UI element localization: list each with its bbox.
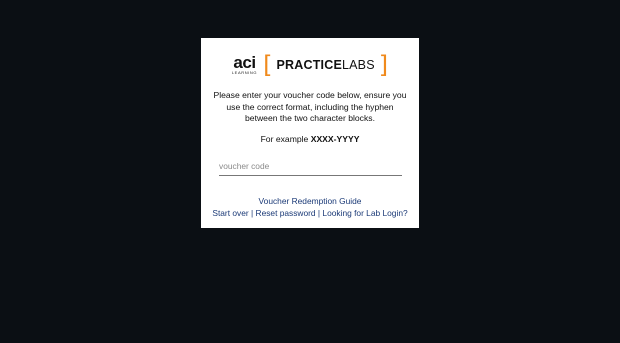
guide-row: Voucher Redemption Guide: [201, 196, 419, 206]
link-separator: |: [317, 208, 321, 218]
labs-text: LABS: [341, 58, 375, 72]
bracket-close: ]: [378, 51, 389, 79]
voucher-code-input[interactable]: [219, 159, 402, 176]
link-separator: |: [251, 208, 254, 218]
lab-login-link[interactable]: Looking for Lab Login?: [322, 208, 407, 218]
practice-text: PRACTICE: [276, 58, 342, 72]
aci-logo-text: aci: [233, 53, 256, 72]
example-prefix: For example: [260, 134, 309, 144]
instructions-text: Please enter your voucher code below, en…: [213, 90, 407, 123]
bracket-open: [: [263, 51, 273, 79]
aci-logo-subtext: LEARNING: [231, 70, 258, 75]
voucher-card: aci LEARNING [ PRACTICE LABS ] Please ent…: [201, 38, 419, 228]
practicelabs-logo: PRACTICE LABS: [276, 58, 374, 72]
reset-password-link[interactable]: Reset password: [256, 208, 316, 218]
example-code: XXXX-YYYY: [310, 134, 360, 144]
example-text: For example XXXX-YYYY: [201, 134, 419, 144]
footer-links: Start over | Reset password | Looking fo…: [201, 208, 419, 218]
start-over-link[interactable]: Start over: [212, 208, 248, 218]
voucher-redemption-guide-link[interactable]: Voucher Redemption Guide: [259, 196, 362, 206]
logo: aci LEARNING [ PRACTICE LABS ]: [201, 52, 419, 78]
aci-learning-logo: aci LEARNING: [231, 53, 258, 75]
